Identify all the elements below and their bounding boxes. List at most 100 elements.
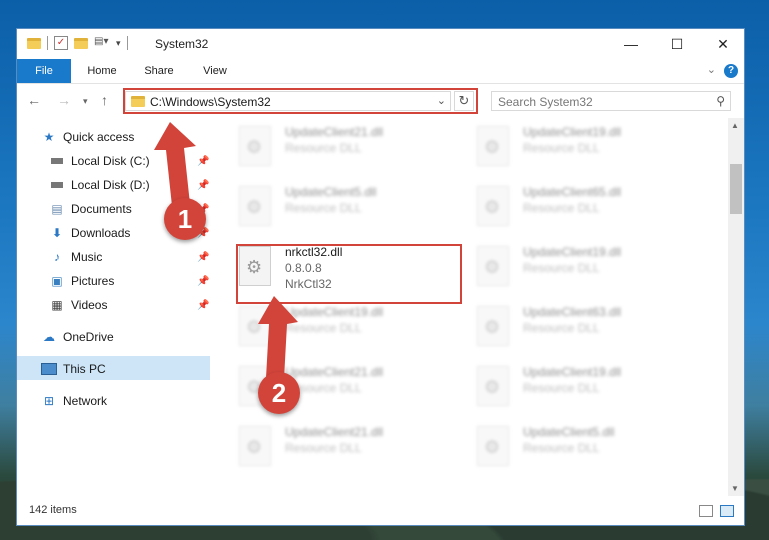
up-icon[interactable]: ↑ (101, 92, 108, 108)
file-item[interactable]: UpdateClient63.dll Resource DLL (477, 300, 697, 352)
file-type: Resource DLL (285, 201, 362, 215)
vertical-scrollbar[interactable]: ▲ ▼ (728, 118, 744, 496)
file-name: UpdateClient19.dll (285, 305, 384, 319)
dll-file-icon (477, 366, 509, 406)
sidebar-item-label: Downloads (71, 226, 131, 240)
tab-home[interactable]: Home (81, 59, 123, 83)
sidebar-item-this-pc[interactable]: This PC (41, 359, 106, 379)
new-folder-icon[interactable] (74, 37, 88, 49)
quick-access-toolbar: ✓ ▤▾ ▾ (27, 36, 134, 50)
file-name: UpdateClient21.dll (285, 425, 384, 439)
navigation-bar: ← → ▾ ↑ C:\Windows\System32 ⌄ ↻ Search S… (17, 84, 744, 118)
file-name: UpdateClient21.dll (285, 365, 384, 379)
step-1-badge: 1 (164, 198, 206, 240)
help-icon[interactable]: ? (724, 64, 738, 78)
search-placeholder: Search System32 (498, 95, 593, 109)
tab-file[interactable]: File (17, 59, 71, 83)
minimize-button[interactable]: — (608, 29, 654, 59)
drive-icon (49, 153, 65, 169)
pin-icon[interactable]: 📌 (197, 156, 209, 167)
dll-file-icon (477, 426, 509, 466)
videos-icon: ▦ (51, 298, 63, 312)
recent-locations-icon[interactable]: ▾ (83, 96, 88, 107)
sidebar-item-quick-access[interactable]: ★ Quick access (41, 127, 135, 147)
tab-view[interactable]: View (195, 59, 235, 83)
window-title: System32 (155, 37, 209, 51)
sidebar-item-label: Local Disk (C:) (71, 154, 150, 168)
music-icon: ♪ (54, 250, 60, 264)
pictures-icon: ▣ (51, 274, 63, 288)
properties-icon[interactable]: ✓ (54, 36, 68, 50)
search-input[interactable]: Search System32 ⚲ (491, 91, 731, 111)
file-type: Resource DLL (523, 441, 600, 455)
sidebar-item-videos[interactable]: ▦ Videos (49, 295, 107, 315)
scroll-up-icon[interactable]: ▲ (731, 121, 739, 130)
file-name: UpdateClient19.dll (523, 245, 622, 259)
dll-file-icon (239, 186, 271, 226)
sidebar-item-documents[interactable]: ▤ Documents (49, 199, 132, 219)
dll-file-icon (477, 126, 509, 166)
file-item[interactable]: UpdateClient19.dll Resource DLL (477, 120, 697, 172)
scroll-down-icon[interactable]: ▼ (731, 484, 739, 493)
file-name: UpdateClient5.dll (523, 425, 615, 439)
sidebar-item-onedrive[interactable]: ☁ OneDrive (41, 327, 114, 347)
file-type: Resource DLL (285, 441, 362, 455)
file-item[interactable]: UpdateClient19.dll Resource DLL (239, 300, 459, 352)
dll-file-icon (239, 126, 271, 166)
sidebar-item-network[interactable]: ⊞ Network (41, 391, 107, 411)
file-item[interactable]: UpdateClient21.dll Resource DLL (239, 120, 459, 172)
sidebar-item-label: Documents (71, 202, 132, 216)
file-name: UpdateClient63.dll (523, 305, 622, 319)
pin-icon[interactable]: 📌 (197, 276, 209, 287)
pin-icon[interactable]: 📌 (197, 180, 209, 191)
maximize-button[interactable]: ☐ (654, 29, 700, 59)
file-highlight-box (236, 244, 462, 304)
pin-icon[interactable]: 📌 (197, 300, 209, 311)
close-button[interactable]: ✕ (700, 29, 746, 59)
ribbon: File Home Share View ⌄ ? (17, 59, 744, 84)
file-item[interactable]: UpdateClient19.dll Resource DLL (477, 360, 697, 412)
sidebar-item-pictures[interactable]: ▣ Pictures (49, 271, 114, 291)
tab-share[interactable]: Share (139, 59, 179, 83)
sidebar-item-music[interactable]: ♪ Music (49, 247, 102, 267)
forward-icon[interactable]: → (57, 92, 71, 108)
dll-file-icon (477, 306, 509, 346)
large-icons-view-icon[interactable] (720, 505, 734, 517)
dll-file-icon (477, 246, 509, 286)
pin-icon[interactable]: 📌 (197, 252, 209, 263)
search-icon[interactable]: ⚲ (716, 94, 725, 108)
sidebar-item-label: Local Disk (D:) (71, 178, 150, 192)
file-item[interactable]: UpdateClient19.dll Resource DLL (477, 240, 697, 292)
file-list: UpdateClient21.dll Resource DLL UpdateCli… (229, 118, 729, 496)
title-bar: ✓ ▤▾ ▾ System32 — ☐ ✕ (17, 29, 744, 59)
toolbar-dropdown-icon[interactable]: ▾ (116, 38, 121, 49)
file-type: Resource DLL (523, 201, 600, 215)
star-icon: ★ (43, 130, 55, 144)
expand-ribbon-icon[interactable]: ⌄ (707, 63, 716, 76)
details-view-icon[interactable] (699, 505, 713, 517)
drive-icon (49, 177, 65, 193)
download-icon: ⬇ (51, 226, 63, 240)
folder-icon (27, 37, 41, 49)
file-type: Resource DLL (523, 381, 600, 395)
file-type: Resource DLL (523, 321, 600, 335)
file-item[interactable]: UpdateClient5.dll Resource DLL (477, 420, 697, 472)
back-icon[interactable]: ← (27, 92, 41, 108)
sidebar-item-local-disk-d[interactable]: Local Disk (D:) (49, 175, 150, 195)
step-2-badge: 2 (258, 372, 300, 414)
sidebar-item-local-disk-c[interactable]: Local Disk (C:) (49, 151, 150, 171)
file-item[interactable]: UpdateClient21.dll Resource DLL (239, 420, 459, 472)
item-count: 142 items (29, 504, 77, 516)
computer-icon (41, 361, 57, 377)
file-name: UpdateClient21.dll (285, 125, 384, 139)
title-separator (126, 36, 128, 50)
sidebar-item-label: Quick access (63, 130, 135, 144)
dll-file-icon (239, 426, 271, 466)
file-item[interactable]: UpdateClient65.dll Resource DLL (477, 180, 697, 232)
customize-toolbar-icon[interactable]: ▤▾ (94, 36, 108, 50)
scrollbar-thumb[interactable] (730, 164, 742, 214)
sidebar-item-downloads[interactable]: ⬇ Downloads (49, 223, 130, 243)
file-name: UpdateClient19.dll (523, 125, 622, 139)
file-item[interactable]: UpdateClient5.dll Resource DLL (239, 180, 459, 232)
documents-icon: ▤ (51, 202, 63, 216)
